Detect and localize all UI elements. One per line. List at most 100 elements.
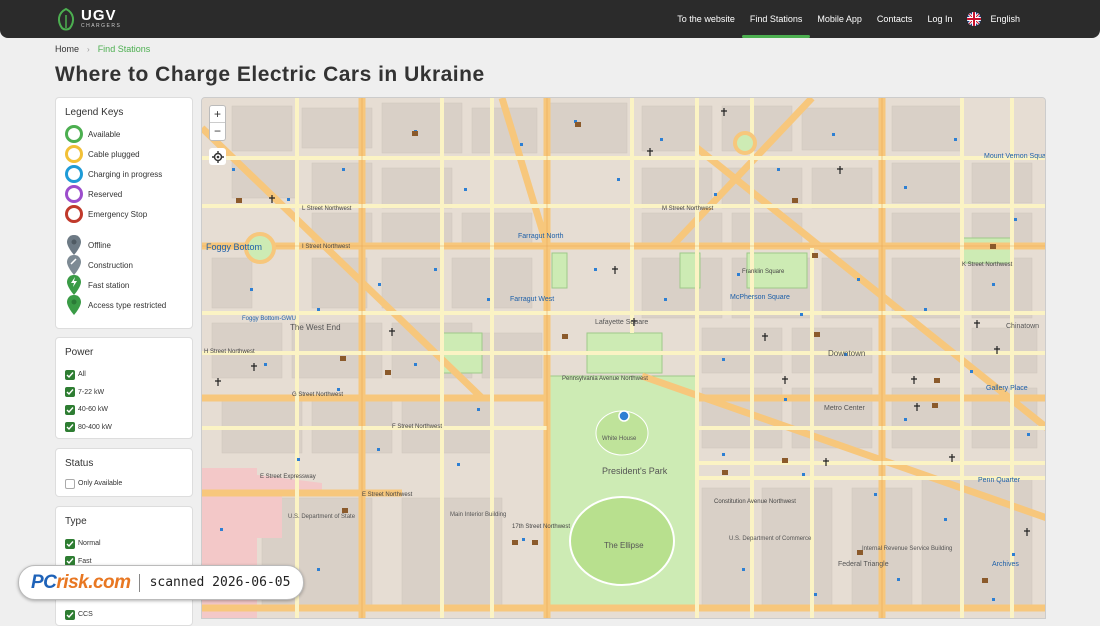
page-title: Where to Charge Electric Cars in Ukraine <box>55 63 485 86</box>
legend-panel: Legend Keys Available Cable plugged Char… <box>55 97 193 329</box>
legend-item-offline: Offline <box>56 235 192 255</box>
map-label: The West End <box>290 323 341 332</box>
zoom-out-button[interactable]: − <box>210 123 225 140</box>
map-label: U.S. Department of Commerce <box>729 536 812 542</box>
status-filter-panel: Status Only Available <box>55 448 193 497</box>
pcrisk-logo: PCrisk.com <box>31 572 131 594</box>
nav-to-website[interactable]: To the website <box>677 0 735 38</box>
power-option-7-22[interactable]: 7-22 kW <box>56 384 192 402</box>
crosshair-icon[interactable] <box>209 148 226 165</box>
map-label: Franklin Square <box>742 269 785 275</box>
uk-flag-icon[interactable] <box>967 12 982 26</box>
type-title: Type <box>65 516 87 527</box>
top-navigation-bar: UGV CHARGERS To the website Find Station… <box>0 0 1100 38</box>
offline-pin-icon <box>65 235 83 255</box>
checkbox-unchecked-icon[interactable] <box>65 478 75 489</box>
cable-plugged-ring-icon <box>65 145 83 163</box>
zoom-control: + − <box>209 105 226 141</box>
nav-mobile-app[interactable]: Mobile App <box>817 0 862 38</box>
legend-label: Access type restricted <box>88 300 167 310</box>
map-label: 17th Street Northwest <box>512 524 570 530</box>
legend-label: Fast station <box>88 280 130 290</box>
legend-item-emergency-stop: Emergency Stop <box>56 204 192 224</box>
type-option-normal[interactable]: Normal <box>56 535 192 553</box>
checkbox-checked-icon[interactable] <box>65 387 75 398</box>
legend-item-charging: Charging in progress <box>56 164 192 184</box>
map-label: G Street Northwest <box>292 392 343 398</box>
legend-item-available: Available <box>56 124 192 144</box>
nav-log-in[interactable]: Log In <box>927 0 952 38</box>
scan-date: scanned 2026-06-05 <box>149 575 291 590</box>
map-label: Gallery Place <box>986 385 1028 392</box>
map-tiles[interactable]: Foggy Bottom Farragut North Farragut West M… <box>202 98 1046 619</box>
zoom-in-button[interactable]: + <box>210 106 225 123</box>
pcrisk-watermark: PCrisk.com scanned 2026-06-05 <box>18 565 304 600</box>
pcrisk-logo-pc: PC <box>31 571 57 593</box>
logo-subtitle: CHARGERS <box>81 22 122 29</box>
checkbox-label: Fast <box>78 557 92 565</box>
language-selector[interactable]: English <box>990 0 1020 38</box>
map-label: Farragut West <box>510 296 554 303</box>
construction-pin-icon <box>65 255 83 275</box>
power-filter-panel: Power All 7-22 kW 40-60 kW 80-400 kW <box>55 337 193 439</box>
access-restricted-pin-icon <box>65 295 83 315</box>
legend-label: Emergency Stop <box>88 209 148 219</box>
power-option-all[interactable]: All <box>56 366 192 384</box>
map-label: Metro Center <box>824 405 866 412</box>
map-label: K Street Northwest <box>962 262 1013 268</box>
breadcrumb-home[interactable]: Home <box>55 44 79 54</box>
map-label: Mount Vernon Square <box>984 153 1046 160</box>
nav-contacts[interactable]: Contacts <box>877 0 913 38</box>
map-label: E Street Northwest <box>362 492 413 498</box>
map-label: Lafayette Square <box>595 319 648 326</box>
legend-item-construction: Construction <box>56 255 192 275</box>
pcrisk-logo-risk: risk.com <box>56 571 131 593</box>
checkbox-label: 80-400 kW <box>78 423 112 431</box>
charging-ring-icon <box>65 165 83 183</box>
reserved-ring-icon <box>65 185 83 203</box>
legend-label: Offline <box>88 240 111 250</box>
type-option-ccs[interactable]: CCS <box>56 606 192 624</box>
map-label: Pennsylvania Avenue Northwest <box>562 376 648 382</box>
checkbox-checked-icon[interactable] <box>65 538 75 549</box>
map-label: Foggy Bottom-GWU <box>242 316 296 322</box>
ugv-logo[interactable]: UGV CHARGERS <box>55 7 121 31</box>
breadcrumb-current[interactable]: Find Stations <box>98 44 151 54</box>
legend-label: Available <box>88 129 121 139</box>
legend-item-fast-station: Fast station <box>56 275 192 295</box>
nav-find-stations[interactable]: Find Stations <box>741 0 810 38</box>
checkbox-checked-icon[interactable] <box>65 369 75 380</box>
map-label: Constitution Avenue Northwest <box>714 499 796 505</box>
checkbox-label: 7-22 kW <box>78 388 105 396</box>
map-label: McPherson Square <box>730 294 790 301</box>
checkbox-label: CCS <box>78 611 93 619</box>
map-label: M Street Northwest <box>662 206 714 212</box>
map-label: L Street Northwest <box>302 206 352 212</box>
power-option-80-400[interactable]: 80-400 kW <box>56 419 192 437</box>
map-label: Farragut North <box>518 233 564 240</box>
checkbox-checked-icon[interactable] <box>65 422 75 433</box>
legend-label: Charging in progress <box>88 169 163 179</box>
map-label: Internal Revenue Service Building <box>862 546 952 552</box>
checkbox-checked-icon[interactable] <box>65 609 75 620</box>
map-label: Archives <box>992 561 1019 568</box>
legend-label: Cable plugged <box>88 149 140 159</box>
checkbox-checked-icon[interactable] <box>65 404 75 415</box>
legend-title: Legend Keys <box>65 107 124 118</box>
power-option-40-60[interactable]: 40-60 kW <box>56 401 192 419</box>
checkbox-label: Normal <box>78 540 101 548</box>
map-label: Foggy Bottom <box>206 242 262 252</box>
main-nav: To the website Find Stations Mobile App … <box>662 0 1020 38</box>
chevron-right-icon: › <box>87 44 90 54</box>
legend-item-cable-plugged: Cable plugged <box>56 144 192 164</box>
map-label: F Street Northwest <box>392 424 442 430</box>
status-option-only-available[interactable]: Only Available <box>56 475 192 493</box>
leaf-logo-icon <box>57 7 75 31</box>
logo-title: UGV <box>81 6 117 24</box>
map-label: Downtown <box>828 349 865 358</box>
map-label: Main Interior Building <box>450 512 506 518</box>
map-label: Federal Triangle <box>838 561 889 568</box>
stations-map[interactable]: Foggy Bottom Farragut North Farragut West M… <box>201 97 1046 619</box>
legend-label: Reserved <box>88 189 123 199</box>
status-title: Status <box>65 458 94 469</box>
